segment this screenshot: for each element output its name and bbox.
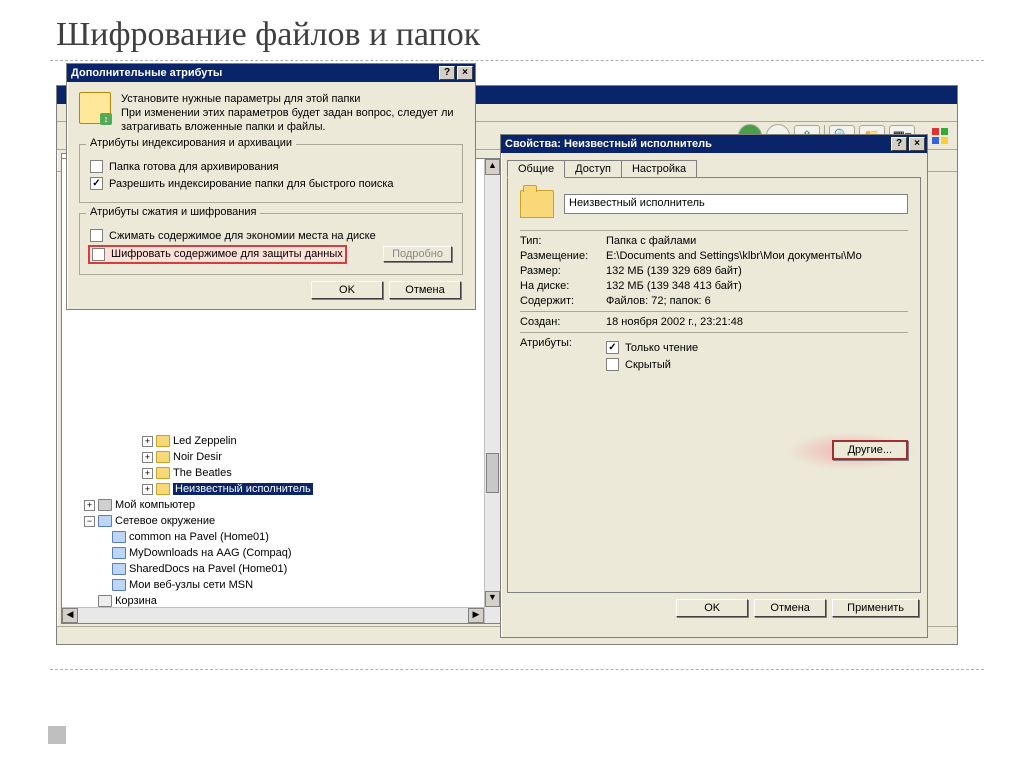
tree-item[interactable]: common на Pavel (Home01) [129,531,269,543]
props-cancel-button[interactable]: Отмена [754,599,826,617]
value-location: E:\Documents and Settings\klbr\Мои докум… [606,250,908,262]
tree-item[interactable]: SharedDocs на Pavel (Home01) [129,563,287,575]
advanced-attributes-dialog: Дополнительные атрибуты ? × Установите н… [66,63,476,310]
folder-icon [156,451,170,463]
tab-access[interactable]: Доступ [564,160,622,178]
checkbox-compress[interactable] [90,229,103,242]
tree-item[interactable]: MyDownloads на AAG (Compaq) [129,547,292,559]
props-apply-button[interactable]: Применить [832,599,919,617]
props-tabpanel: Неизвестный исполнитель Тип:Папка с файл… [507,177,921,593]
slide-bullet-icon [48,726,66,744]
folder-icon [156,467,170,479]
tree-item[interactable]: Мои веб-узлы сети MSN [129,579,253,591]
label-archive: Папка готова для архивирования [109,161,279,173]
tree-item[interactable]: The Beatles [173,467,232,479]
label-attributes: Атрибуты: [520,337,606,349]
props-tabs: Общие Доступ Настройка [501,153,927,177]
value-size: 132 МБ (139 329 689 байт) [606,265,908,277]
adv-title: Дополнительные атрибуты [71,67,437,79]
details-button[interactable]: Подробно [383,246,452,262]
checkbox-index[interactable] [90,177,103,190]
help-button[interactable]: ? [439,66,455,80]
label-index: Разрешить индексирование папки для быстр… [109,178,394,190]
folder-icon [156,435,170,447]
help-button[interactable]: ? [891,137,907,151]
tree-item[interactable]: Сетевое окружение [115,515,215,527]
bottom-separator [50,669,984,670]
close-button[interactable]: × [457,66,473,80]
label-created: Создан: [520,316,606,328]
title-separator [50,60,984,61]
label-size: Размер: [520,265,606,277]
value-type: Папка с файлами [606,235,908,247]
checkbox-archive[interactable] [90,160,103,173]
tree-scroll-vertical[interactable]: ▲ ▼ [484,159,500,623]
expand-icon[interactable]: + [142,436,153,447]
separator [520,332,908,333]
expand-icon[interactable]: + [142,452,153,463]
tree-item[interactable]: Корзина [115,595,157,607]
folder-big-icon [520,190,554,218]
props-ok-button[interactable]: OK [676,599,748,617]
value-sizeondisk: 132 МБ (139 348 413 байт) [606,280,908,292]
web-icon [112,579,126,591]
value-created: 18 ноября 2002 г., 23:21:48 [606,316,908,328]
adv-ok-button[interactable]: OK [311,281,383,299]
group-index-archive: Атрибуты индексирования и архивации Папк… [79,144,463,203]
tree-item-selected[interactable]: Неизвестный исполнитель [173,483,313,495]
close-button[interactable]: × [909,137,925,151]
expand-icon[interactable]: + [142,468,153,479]
adv-titlebar[interactable]: Дополнительные атрибуты ? × [67,64,475,82]
share-icon [112,531,126,543]
label-location: Размещение: [520,250,606,262]
expand-icon[interactable]: + [84,500,95,511]
adv-intro-text: Установите нужные параметры для этой пап… [121,92,463,134]
adv-cancel-button[interactable]: Отмена [389,281,461,299]
other-attributes-button[interactable]: Другие... [832,440,908,460]
group2-title: Атрибуты сжатия и шифрования [86,206,260,218]
tree-item[interactable]: Led Zeppelin [173,435,237,447]
value-contains: Файлов: 72; папок: 6 [606,295,908,307]
share-icon [112,563,126,575]
checkbox-encrypt[interactable] [92,248,105,261]
label-readonly: Только чтение [625,342,698,354]
windows-flag-icon [929,125,951,147]
label-type: Тип: [520,235,606,247]
slide-title: Шифрование файлов и папок [0,0,1024,60]
props-titlebar[interactable]: Свойства: Неизвестный исполнитель ? × [501,135,927,153]
label-compress: Сжимать содержимое для экономии места на… [109,230,376,242]
tree-scroll-horizontal[interactable]: ◀▶ [62,607,484,623]
group-compress-encrypt: Атрибуты сжатия и шифрования Сжимать сод… [79,213,463,275]
recycle-icon [98,595,112,607]
properties-dialog: Свойства: Неизвестный исполнитель ? × Об… [500,134,928,638]
separator [520,311,908,312]
label-sizeondisk: На диске: [520,280,606,292]
folder-icon [156,483,170,495]
checkbox-hidden[interactable] [606,358,619,371]
expand-icon[interactable]: + [142,484,153,495]
tree-item[interactable]: Мой компьютер [115,499,195,511]
checkbox-readonly[interactable] [606,341,619,354]
collapse-icon[interactable]: − [84,516,95,527]
props-title: Свойства: Неизвестный исполнитель [505,138,889,150]
tab-settings[interactable]: Настройка [621,160,697,178]
label-contains: Содержит: [520,295,606,307]
attributes-icon [79,92,111,124]
label-hidden: Скрытый [625,359,671,371]
computer-icon [98,499,112,511]
folder-name-field[interactable]: Неизвестный исполнитель [564,194,908,214]
network-icon [98,515,112,527]
tree-item[interactable]: Noir Desir [173,451,222,463]
group1-title: Атрибуты индексирования и архивации [86,137,296,149]
label-encrypt: Шифровать содержимое для защиты данных [111,248,343,260]
share-icon [112,547,126,559]
tab-general[interactable]: Общие [507,160,565,178]
separator [520,230,908,231]
